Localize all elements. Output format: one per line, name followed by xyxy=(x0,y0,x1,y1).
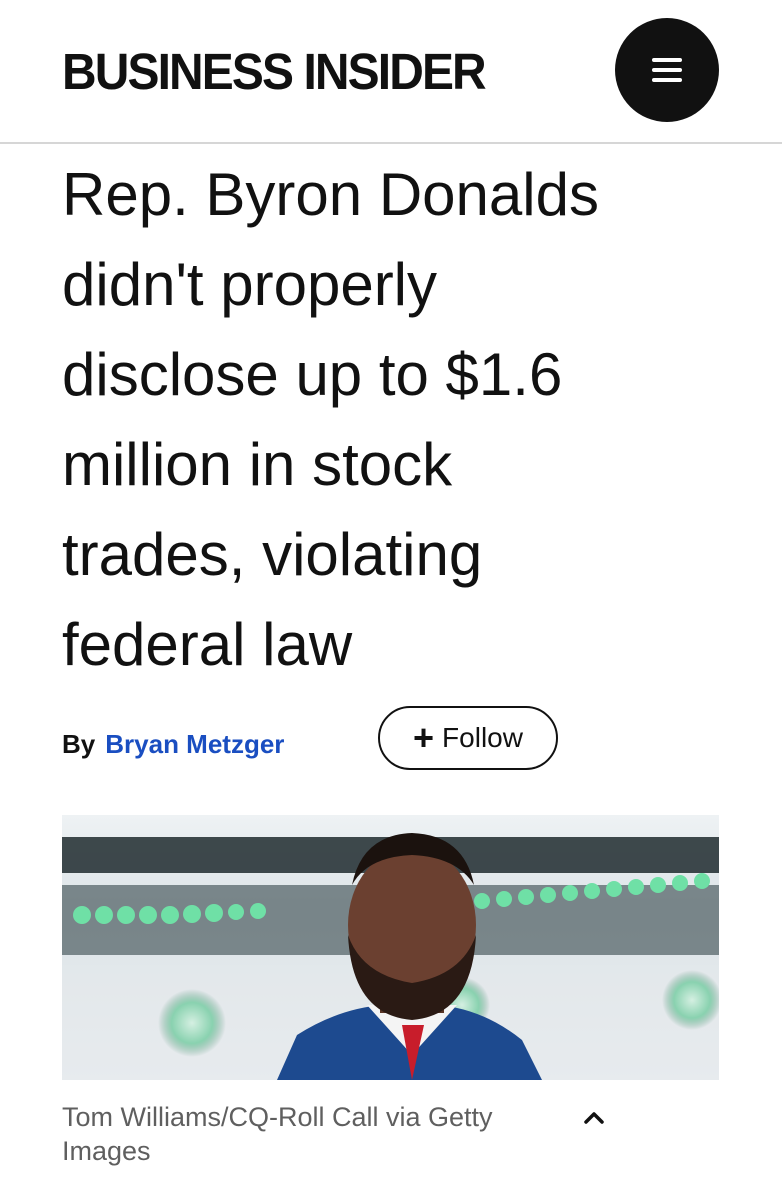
article-photo-image xyxy=(62,815,719,1080)
follow-button[interactable]: + Follow xyxy=(378,706,558,770)
article-photo[interactable] xyxy=(62,815,719,1080)
article-headline: Rep. Byron Donalds didn't properly discl… xyxy=(62,161,599,678)
caption-toggle-button[interactable] xyxy=(576,1100,612,1136)
byline: By Bryan Metzger xyxy=(62,718,284,770)
site-header: BUSINESS INSIDER xyxy=(0,0,782,142)
plus-icon: + xyxy=(413,717,435,758)
byline-prefix: By xyxy=(62,728,96,759)
author-link[interactable]: Bryan Metzger xyxy=(105,729,284,760)
chevron-up-icon xyxy=(584,1112,604,1124)
header-divider xyxy=(0,142,782,144)
menu-button[interactable] xyxy=(615,18,719,122)
follow-label: Follow xyxy=(442,722,523,753)
photo-caption: Tom Williams/CQ-Roll Call via Getty Imag… xyxy=(62,1102,493,1166)
business-insider-logo[interactable]: BUSINESS INSIDER xyxy=(62,44,487,100)
